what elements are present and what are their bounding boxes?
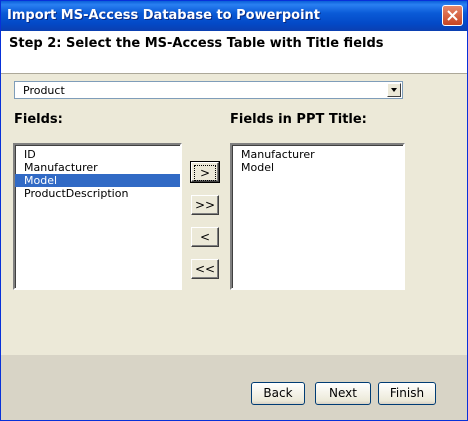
title-fields-listbox[interactable]: Manufacturer Model [230, 143, 405, 290]
add-field-button[interactable]: > [190, 161, 220, 183]
table-select[interactable]: Product [14, 81, 403, 99]
dropdown-arrow-icon [391, 88, 397, 92]
fields-listbox[interactable]: ID Manufacturer Model ProductDescription [13, 143, 182, 290]
table-select-value: Product [23, 84, 65, 97]
remove-field-button[interactable]: < [191, 227, 219, 247]
dropdown-button[interactable] [387, 83, 401, 97]
title-fields-list-item[interactable]: Model [232, 161, 403, 174]
back-button[interactable]: Back [251, 382, 305, 405]
close-icon [447, 10, 458, 21]
dialog-window: Import MS-Access Database to Powerpoint … [0, 0, 468, 421]
window-title: Import MS-Access Database to Powerpoint [7, 8, 320, 23]
fields-list-item[interactable]: ID [15, 148, 180, 161]
title-fields-list-item[interactable]: Manufacturer [232, 148, 403, 161]
fields-list-item[interactable]: ProductDescription [15, 187, 180, 200]
close-button[interactable] [442, 5, 463, 26]
fields-list-item[interactable]: Manufacturer [15, 161, 180, 174]
title-fields-label: Fields in PPT Title: [230, 112, 367, 127]
title-bar[interactable]: Import MS-Access Database to Powerpoint [1, 1, 467, 31]
finish-button[interactable]: Finish [378, 382, 436, 405]
fields-list-item[interactable]: Model [15, 174, 180, 187]
remove-all-fields-button[interactable]: << [191, 259, 219, 279]
next-button[interactable]: Next [315, 382, 371, 405]
add-all-fields-button[interactable]: >> [191, 195, 219, 215]
step-title: Step 2: Select the MS-Access Table with … [9, 36, 384, 51]
wizard-header: Step 2: Select the MS-Access Table with … [1, 31, 467, 74]
fields-label: Fields: [14, 112, 63, 127]
